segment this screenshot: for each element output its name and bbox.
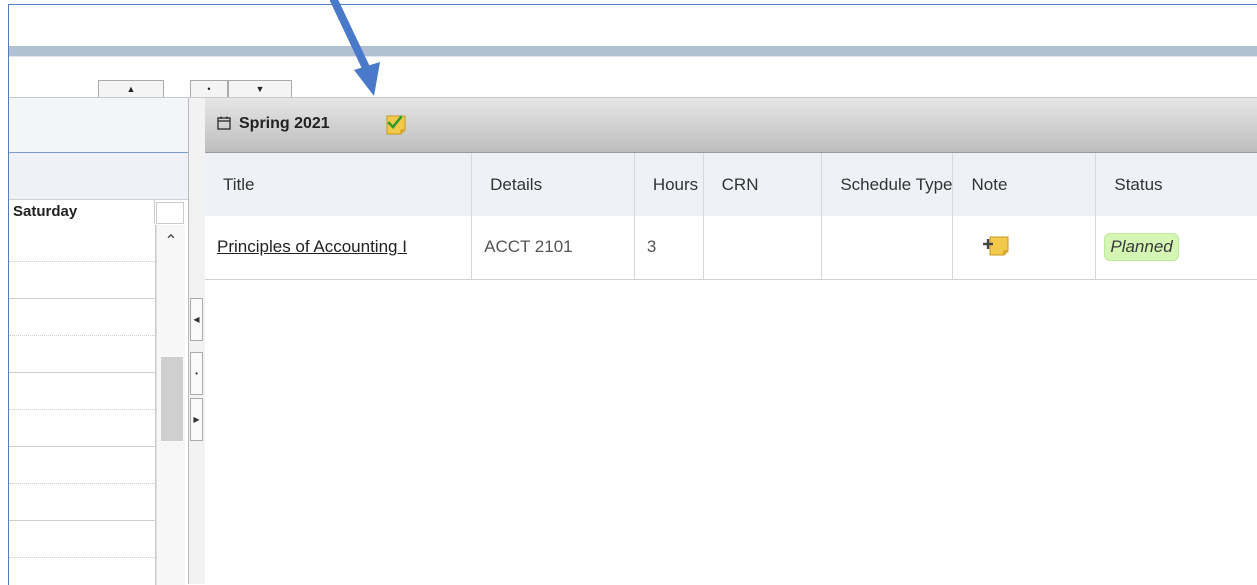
add-note-icon[interactable] [981,233,1011,257]
column-header-note[interactable]: Note [952,153,1097,216]
time-slot[interactable] [9,373,155,410]
plan-pane: Spring 2021 Title Details Hours CRN Sche… [205,98,1257,584]
semester-header: Spring 2021 [205,98,1257,153]
course-details: ACCT 2101 [471,216,635,280]
column-header-details[interactable]: Details [471,153,635,216]
time-slot[interactable] [9,262,155,299]
table-row: Principles of Accounting I ACCT 2101 3 P… [205,216,1257,280]
collapse-right-button[interactable]: ▶ [190,398,203,441]
note-check-icon[interactable] [383,112,411,136]
horizontal-splitter[interactable]: ◀ • ▶ [188,98,206,584]
table-header-row: Title Details Hours CRN Schedule Type No… [205,153,1257,216]
column-header-crn[interactable]: CRN [703,153,823,216]
calendar-grid [9,225,156,585]
header-corner [156,202,184,224]
time-slot[interactable] [9,410,155,447]
status-cell: Planned [1095,216,1257,280]
saturday-column-header: Saturday [9,200,155,224]
time-slot[interactable] [9,299,155,336]
column-header-title[interactable]: Title [205,153,473,216]
scroll-up-icon[interactable]: ⌃ [157,227,185,255]
time-slot[interactable] [9,521,155,558]
scroll-thumb[interactable] [161,357,183,441]
calendar-pane: Saturday ⌃ [9,98,195,585]
expand-down-button[interactable]: ▼ [228,80,292,97]
calendar-header [9,98,195,153]
time-slot[interactable] [9,225,155,262]
reset-horizontal-split-button[interactable]: • [190,352,203,395]
note-cell [952,216,1097,280]
expand-up-button[interactable]: ▲ [98,80,164,97]
reset-split-button[interactable]: • [190,80,228,97]
course-table: Title Details Hours CRN Schedule Type No… [205,153,1257,280]
calendar-icon [217,116,231,130]
time-slot[interactable] [9,447,155,484]
course-title-link[interactable]: Principles of Accounting I [217,237,407,256]
column-header-schedule-type[interactable]: Schedule Type [821,153,954,216]
course-hours: 3 [634,216,704,280]
calendar-subheader [9,153,195,200]
column-header-hours[interactable]: Hours [634,153,704,216]
collapse-left-button[interactable]: ◀ [190,298,203,341]
course-crn [703,216,823,280]
column-header-status[interactable]: Status [1095,153,1257,216]
status-badge: Planned [1104,233,1179,262]
arrow-annotation [330,0,380,96]
calendar-scrollbar[interactable]: ⌃ [156,225,185,585]
course-schedule-type [821,216,954,280]
top-bar-divider [9,56,1257,57]
top-bar [9,46,1257,56]
semester-title: Spring 2021 [239,115,330,132]
time-slot[interactable] [9,484,155,521]
time-slot[interactable] [9,336,155,373]
